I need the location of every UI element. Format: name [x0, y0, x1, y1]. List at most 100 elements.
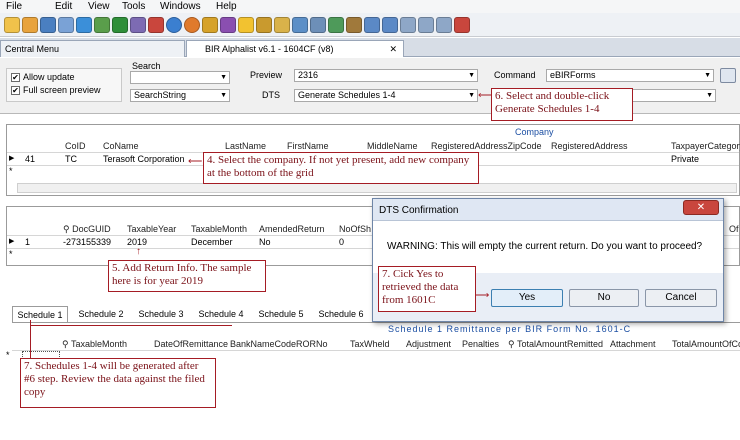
- menu-view[interactable]: View: [88, 0, 110, 13]
- menu-file[interactable]: File: [6, 0, 22, 13]
- tax-icon[interactable]: [202, 17, 218, 33]
- col-total-amount-remitted[interactable]: ⚲ TotalAmountRemitted: [508, 339, 603, 350]
- search-string-combo[interactable]: SearchString ▼: [130, 89, 230, 102]
- col-lastname[interactable]: LastName: [225, 141, 266, 151]
- star-icon[interactable]: [238, 17, 254, 33]
- cm-icon[interactable]: [220, 17, 236, 33]
- tab-central-menu[interactable]: Central Menu: [0, 40, 185, 57]
- company-coid[interactable]: TC: [65, 154, 77, 164]
- arrow-left-icon: ⟵: [478, 90, 493, 101]
- return-sheets[interactable]: 0: [339, 237, 344, 247]
- menu-help[interactable]: Help: [216, 0, 237, 13]
- col-coname[interactable]: CoName: [103, 141, 139, 151]
- window-icon[interactable]: [400, 17, 416, 33]
- company-category[interactable]: Private: [671, 154, 699, 164]
- tab-schedule-1[interactable]: Schedule 1: [12, 306, 68, 322]
- about-icon[interactable]: [184, 17, 200, 33]
- col-total-amount-of-co[interactable]: TotalAmountOfCo: [672, 339, 740, 349]
- open-icon[interactable]: [22, 17, 38, 33]
- sheet-icon[interactable]: [292, 17, 308, 33]
- up-icon[interactable]: [76, 17, 92, 33]
- col-zipcode[interactable]: RegisteredAddressZipCode: [431, 141, 542, 151]
- toolbar: [0, 13, 740, 37]
- zoom-out-icon[interactable]: [382, 17, 398, 33]
- pin-icon[interactable]: [346, 17, 362, 33]
- col-amended-return[interactable]: AmendedReturn: [259, 224, 325, 234]
- tab-schedule-5[interactable]: Schedule 5: [252, 306, 310, 322]
- preview-label: Preview: [250, 70, 283, 80]
- undo-icon[interactable]: [130, 17, 146, 33]
- divider: [12, 350, 740, 351]
- zoom-in-icon[interactable]: [364, 17, 380, 33]
- tile-icon[interactable]: [418, 17, 434, 33]
- print-icon[interactable]: [58, 17, 74, 33]
- search-combo[interactable]: ▼: [130, 71, 230, 84]
- dialog-title: DTS Confirmation: [379, 205, 459, 216]
- tab-schedule-2[interactable]: Schedule 2: [72, 306, 130, 322]
- search-string-value: SearchString: [134, 90, 187, 100]
- tab-schedule-3[interactable]: Schedule 3: [132, 306, 190, 322]
- company-coname[interactable]: Terasoft Corporation: [103, 154, 185, 164]
- menu-tools[interactable]: Tools: [122, 0, 145, 13]
- return-docguid[interactable]: -273155339: [63, 237, 111, 247]
- arrow-left-icon: ⟵: [188, 156, 203, 167]
- col-registered-address[interactable]: RegisteredAddress: [551, 141, 628, 151]
- full-screen-checkbox[interactable]: ✔: [11, 86, 20, 95]
- annotation-step-5: 5. Add Return Info. The sample here is f…: [108, 260, 266, 292]
- col-bank-name-code[interactable]: BankNameCodeRORNo: [230, 339, 328, 349]
- col-attachment[interactable]: Attachment: [610, 339, 656, 349]
- tab-schedule-6[interactable]: Schedule 6: [312, 306, 370, 322]
- command-label: Command: [494, 70, 536, 80]
- close-icon[interactable]: ✕: [389, 41, 397, 58]
- return-amended[interactable]: No: [259, 237, 271, 247]
- col-firstname[interactable]: FirstName: [287, 141, 329, 151]
- menu-windows[interactable]: Windows: [160, 0, 201, 13]
- tab-label: BIR Alphalist v6.1 - 1604CF (v8): [205, 44, 334, 54]
- col-middlename[interactable]: MiddleName: [367, 141, 418, 151]
- preview-value: 2316: [298, 70, 319, 80]
- yes-button[interactable]: Yes: [491, 289, 563, 307]
- no-button[interactable]: No: [569, 289, 639, 307]
- allow-update-checkbox[interactable]: ✔: [11, 73, 20, 82]
- col-taxpayer-category[interactable]: TaxpayerCategory: [671, 141, 740, 151]
- col-taxable-month[interactable]: TaxableMonth: [191, 224, 247, 234]
- company-scrollbar[interactable]: [17, 183, 737, 193]
- export-icon[interactable]: [94, 17, 110, 33]
- dts-combo[interactable]: Generate Schedules 1-4 ▼: [294, 89, 478, 102]
- search-icon[interactable]: [148, 17, 164, 33]
- command-run-button[interactable]: [720, 68, 736, 83]
- tab-schedule-4[interactable]: Schedule 4: [192, 306, 250, 322]
- col-penalties[interactable]: Penalties: [462, 339, 499, 349]
- new-icon[interactable]: [4, 17, 20, 33]
- col-taxable-month[interactable]: ⚲ TaxableMonth: [62, 339, 127, 350]
- calendar-icon[interactable]: [274, 17, 290, 33]
- cancel-button[interactable]: Cancel: [645, 289, 717, 307]
- menu-edit[interactable]: Edit: [55, 0, 72, 13]
- help-icon[interactable]: [166, 17, 182, 33]
- col-tax-wheld[interactable]: TaxWheld: [350, 339, 390, 349]
- col-coid[interactable]: CoID: [65, 141, 86, 151]
- col-no-of-sheets[interactable]: NoOfSh: [339, 224, 371, 234]
- close-button[interactable]: ✕: [683, 200, 719, 215]
- row-pointer-icon: ▶: [9, 155, 15, 162]
- close-icon[interactable]: [454, 17, 470, 33]
- col-date-of-remittance[interactable]: DateOfRemittance: [154, 339, 228, 349]
- return-month[interactable]: December: [191, 237, 233, 247]
- tree-icon[interactable]: [328, 17, 344, 33]
- preview-combo[interactable]: 2316 ▼: [294, 69, 478, 82]
- col-docguid[interactable]: ⚲ DocGUID: [63, 224, 111, 235]
- return-row-index: 1: [25, 237, 31, 247]
- col-taxable-year[interactable]: TaxableYear: [127, 224, 176, 234]
- refresh-icon[interactable]: [112, 17, 128, 33]
- dts-value: Generate Schedules 1-4: [298, 90, 396, 100]
- save-icon[interactable]: [40, 17, 56, 33]
- tab-bir-alphalist[interactable]: BIR Alphalist v6.1 - 1604CF (v8) ✕: [186, 40, 404, 57]
- cascade-icon[interactable]: [436, 17, 452, 33]
- bracket-line: [30, 325, 232, 326]
- col-adjustment[interactable]: Adjustment: [406, 339, 451, 349]
- command-combo[interactable]: eBIRForms ▼: [546, 69, 714, 82]
- user-icon[interactable]: [310, 17, 326, 33]
- dts-extra-combo[interactable]: ▼: [632, 89, 716, 102]
- tag-icon[interactable]: [256, 17, 272, 33]
- company-row-index: 41: [25, 154, 36, 164]
